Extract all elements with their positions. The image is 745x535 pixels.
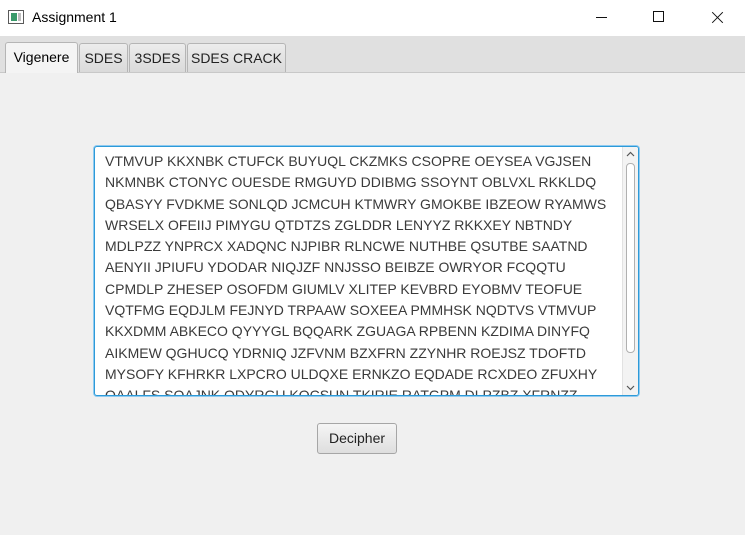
tab-vigenere[interactable]: Vigenere bbox=[5, 42, 78, 73]
ciphertext-textarea[interactable]: VTMVUP KKXNBK CTUFCK BUYUQL CKZMKS CSOPR… bbox=[94, 146, 639, 396]
tab-label: SDES bbox=[84, 50, 123, 66]
scroll-up-arrow-icon[interactable] bbox=[626, 150, 635, 159]
tab-sdes[interactable]: SDES bbox=[79, 43, 128, 72]
minimize-button[interactable] bbox=[578, 0, 624, 36]
maximize-icon bbox=[653, 11, 664, 22]
tab-label: Vigenere bbox=[13, 49, 70, 65]
ciphertext-content[interactable]: VTMVUP KKXNBK CTUFCK BUYUQL CKZMKS CSOPR… bbox=[105, 151, 620, 395]
maximize-button[interactable] bbox=[636, 0, 682, 36]
title-bar: Assignment 1 bbox=[0, 0, 745, 36]
window-title: Assignment 1 bbox=[32, 9, 117, 25]
decipher-button[interactable]: Decipher bbox=[317, 423, 397, 454]
tab-bar: Vigenere SDES 3SDES SDES CRACK bbox=[0, 36, 745, 73]
scrollbar-thumb[interactable] bbox=[626, 163, 635, 353]
minimize-icon bbox=[596, 17, 607, 18]
close-button[interactable] bbox=[694, 0, 740, 36]
app-window-icon bbox=[8, 10, 24, 24]
tab-label: SDES CRACK bbox=[190, 50, 283, 66]
vertical-scrollbar[interactable] bbox=[622, 147, 638, 395]
tab-3sdes[interactable]: 3SDES bbox=[129, 43, 186, 72]
tab-sdes-crack[interactable]: SDES CRACK bbox=[187, 43, 286, 72]
tab-label: 3SDES bbox=[134, 50, 181, 66]
scroll-down-arrow-icon[interactable] bbox=[626, 383, 635, 392]
